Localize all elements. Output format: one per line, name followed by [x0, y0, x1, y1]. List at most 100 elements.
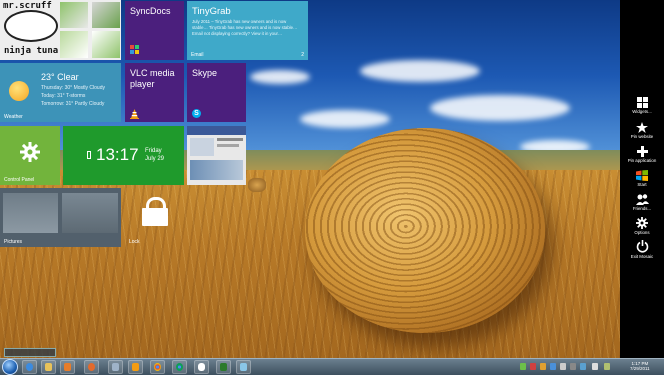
scruff-thumbnail: [60, 2, 88, 28]
charm-pin-website[interactable]: Pin website: [620, 122, 664, 139]
syncdocs-label: SyncDocs: [130, 6, 171, 16]
tray-icon[interactable]: [530, 363, 536, 370]
tile-clock[interactable]: 13:17 Friday July 29: [63, 126, 184, 185]
sun-icon: [9, 81, 29, 101]
control-panel-caption: Control Panel: [4, 177, 35, 183]
tile-tinygrab[interactable]: TinyGrab July 2011 – TinyGrab has new ow…: [187, 1, 308, 60]
taskbar-clock-date: 7/29/2011: [630, 366, 650, 371]
clock-time: 13:17: [96, 145, 139, 164]
terminal-icon[interactable]: [216, 360, 231, 374]
volume-icon[interactable]: [592, 363, 598, 370]
picture-thumbnail: [3, 193, 58, 233]
tinygrab-count: 2: [301, 52, 304, 58]
chrome-alt-icon[interactable]: [172, 360, 187, 374]
network-icon[interactable]: [580, 363, 586, 370]
windows-flag-icon: [636, 170, 648, 181]
start-button[interactable]: [2, 359, 18, 375]
charm-friends[interactable]: Friends...: [620, 194, 664, 211]
weather-caption: Weather: [4, 114, 23, 120]
chrome-icon[interactable]: [150, 360, 165, 374]
charm-label: Widgets...: [632, 109, 652, 114]
wallpaper-small-bale: [248, 178, 266, 192]
scruff-title: mr.scruff: [3, 1, 52, 11]
chat-icon[interactable]: [194, 360, 209, 374]
charm-widgets[interactable]: Widgets...: [620, 97, 664, 114]
tray-icon[interactable]: [520, 363, 526, 370]
tile-skype[interactable]: Skype S: [187, 63, 246, 122]
taskbar-clock[interactable]: 1:17 PM 7/29/2011: [630, 361, 650, 371]
desktop: mr.scruff ninja tuna SyncDocs TinyGrab J…: [0, 0, 664, 375]
weather-forecast-line: Today: 31° T-storms: [41, 93, 86, 99]
pictures-caption: Pictures: [4, 239, 23, 245]
firefox-icon[interactable]: [84, 360, 99, 374]
scruff-thumbnail: [60, 31, 88, 58]
gear-icon: [20, 142, 40, 162]
tinygrab-message: July 2011 – TinyGrab has new owners and …: [192, 19, 298, 36]
charm-label: Pin application: [627, 158, 657, 163]
tray-icon[interactable]: [550, 363, 556, 370]
battery-icon: [87, 151, 91, 159]
media-icon[interactable]: [60, 360, 75, 374]
tray-icon[interactable]: [560, 363, 566, 370]
widgets-icon: [636, 97, 648, 108]
pin-icon: [636, 122, 648, 133]
lock-icon-body: [142, 208, 168, 226]
tile-vlc[interactable]: VLC media player: [125, 63, 184, 122]
charm-label: Friends...: [632, 206, 652, 211]
charm-label: Pin website: [630, 134, 654, 139]
scruff-thumbnail: [92, 2, 120, 28]
gear-icon: [636, 217, 648, 229]
skype-label: Skype: [192, 68, 218, 78]
plus-icon: [636, 146, 648, 157]
charm-exit-mosaic[interactable]: Exit Mosaic: [620, 240, 664, 259]
clock-date: July 29: [145, 156, 165, 162]
weather-temperature: 23° Clear: [41, 72, 79, 82]
tile-control-panel[interactable]: Control Panel: [0, 126, 60, 185]
taskbar: 1:17 PM 7/29/2011: [0, 358, 664, 375]
charm-label: Exit Mosaic: [630, 254, 654, 259]
battery-tray-icon[interactable]: [604, 363, 610, 370]
charm-label: Options: [634, 230, 650, 235]
tinygrab-caption: Email: [191, 52, 204, 58]
tile-mrscruff[interactable]: mr.scruff ninja tuna: [0, 0, 121, 60]
tinygrab-title: TinyGrab: [192, 6, 231, 17]
wallpaper-hay-bale: [305, 128, 545, 333]
charm-options[interactable]: Options: [620, 217, 664, 235]
vlc-icon[interactable]: [128, 360, 143, 374]
picture-thumbnail: [62, 193, 118, 233]
syncdocs-icon: [130, 45, 139, 54]
scruff-thumbnail: [92, 31, 120, 58]
scruff-character-image: [4, 10, 58, 42]
charm-start[interactable]: Start: [620, 170, 664, 187]
clock-day: Friday: [145, 148, 162, 154]
preview-line: [217, 144, 239, 147]
charms-bar: Widgets... Pin website Pin application S…: [620, 0, 664, 358]
vlc-cone-icon: [130, 109, 139, 119]
tile-pictures[interactable]: Pictures: [0, 188, 121, 247]
vlc-label: VLC media player: [130, 68, 175, 89]
power-icon: [636, 240, 648, 253]
friends-icon: [635, 194, 649, 205]
tile-weather[interactable]: 23° Clear Thursday: 30° Mostly Cloudy To…: [0, 63, 121, 122]
skype-icon: S: [192, 109, 201, 118]
windows-icon[interactable]: [108, 360, 123, 374]
preview-header: [187, 126, 246, 135]
window-switcher[interactable]: [4, 348, 56, 357]
tile-screenshot-preview[interactable]: [187, 126, 246, 185]
tray-icon[interactable]: [540, 363, 546, 370]
explorer-icon[interactable]: [41, 360, 56, 374]
lock-caption: Lock: [129, 239, 140, 245]
remote-icon[interactable]: [236, 360, 251, 374]
preview-line: [217, 138, 243, 141]
weather-forecast-line: Thursday: 30° Mostly Cloudy: [41, 85, 105, 91]
charm-label: Start: [637, 182, 647, 187]
ie-icon[interactable]: [22, 360, 37, 374]
tile-syncdocs[interactable]: SyncDocs: [125, 1, 184, 60]
scruff-subtitle: ninja tuna: [4, 46, 59, 56]
preview-banner: [190, 160, 243, 180]
preview-image: [190, 138, 214, 156]
weather-forecast-line: Tomorrow: 31° Partly Cloudy: [41, 101, 105, 107]
charm-pin-application[interactable]: Pin application: [620, 146, 664, 163]
tile-lock[interactable]: Lock: [125, 188, 184, 247]
tray-icon[interactable]: [570, 363, 576, 370]
